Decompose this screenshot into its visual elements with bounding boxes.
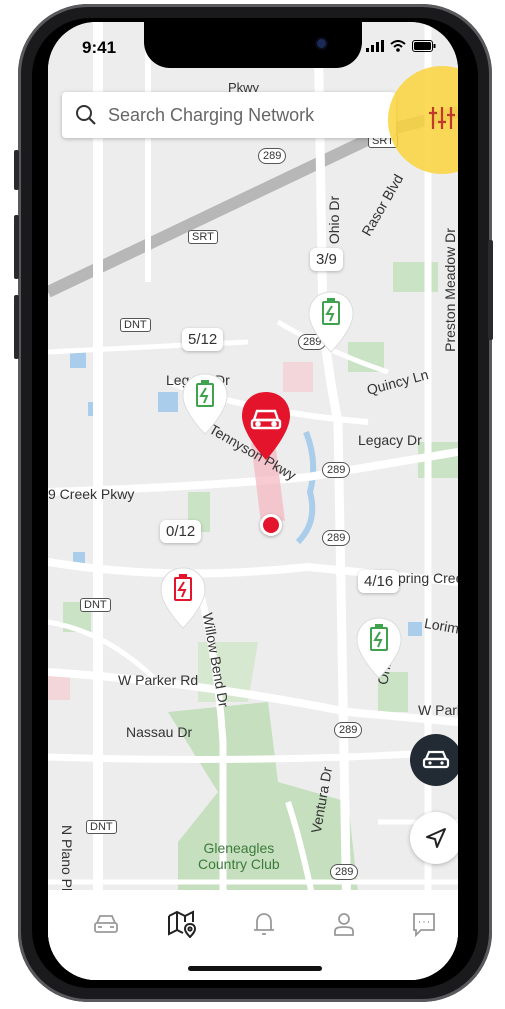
charging-station-pin[interactable]	[306, 290, 356, 354]
user-icon	[334, 913, 354, 936]
status-icons	[366, 40, 436, 52]
tab-messages[interactable]	[404, 904, 444, 944]
road-shield-dnt-bot: DNT	[86, 820, 117, 834]
map-pin-icon	[168, 910, 197, 938]
map-label-w-parker-right: W Parker R	[418, 702, 458, 718]
charging-station-pin[interactable]	[180, 372, 230, 436]
highway-shield-289-a: 289	[258, 148, 287, 164]
vehicle-fab[interactable]	[410, 734, 458, 786]
tab-map[interactable]	[162, 904, 202, 944]
home-indicator[interactable]	[188, 966, 322, 971]
tab-notifications[interactable]	[244, 904, 284, 944]
highway-shield-289-d: 289	[322, 530, 351, 546]
map-label-ohio-top: Ohio Dr	[326, 195, 343, 245]
front-camera	[317, 39, 326, 48]
map-label-preston-meadow: Preston Meadow Dr	[441, 228, 458, 352]
notch	[144, 22, 362, 68]
side-button-power	[488, 240, 493, 340]
search-bar[interactable]: Search Charging Network	[62, 92, 396, 138]
map-label-w-parker: W Parker Rd	[118, 672, 199, 688]
road-shield-dnt-top: DNT	[120, 318, 151, 332]
map-label-creek-left: 9 Creek Pkwy	[48, 486, 135, 502]
station-count-bubble[interactable]: 5/12	[182, 328, 224, 351]
tab-profile[interactable]	[324, 904, 364, 944]
bottom-tab-bar	[48, 890, 458, 980]
signal-icon	[366, 40, 384, 52]
map-label-nassau: Nassau Dr	[126, 724, 193, 740]
search-icon	[74, 103, 98, 127]
car-icon	[422, 750, 450, 769]
highway-shield-289-c: 289	[322, 462, 351, 478]
station-count-bubble[interactable]: 0/12	[160, 520, 202, 543]
side-button-volume-up	[14, 215, 19, 279]
side-button-silent	[14, 150, 19, 190]
map-label-legacy: Legacy Dr	[358, 432, 422, 448]
side-button-volume-down	[14, 295, 19, 359]
station-count-bubble[interactable]: 4/16	[358, 570, 400, 593]
charging-station-pin[interactable]	[158, 566, 208, 630]
chat-icon	[413, 913, 435, 937]
map-label-plano: N Plano Pk	[59, 824, 76, 896]
route-origin-dot	[260, 514, 282, 536]
wifi-icon	[390, 40, 406, 52]
locate-me-fab[interactable]	[410, 812, 458, 864]
map-label-spring-creek: pring Creek P	[398, 570, 458, 586]
app-screen: Pkwy Rasor Blvd Ohio Dr Preston Meadow D…	[48, 22, 458, 980]
road-shield-dnt-mid: DNT	[80, 598, 111, 612]
tab-vehicle[interactable]	[86, 904, 126, 944]
bell-icon	[254, 913, 274, 935]
station-count-bubble[interactable]: 3/9	[310, 248, 343, 271]
filter-button[interactable]	[420, 100, 458, 136]
status-time: 9:41	[82, 38, 117, 57]
road-shield-srt-mid: SRT	[188, 230, 218, 244]
car-icon	[94, 915, 118, 933]
sliders-icon	[429, 107, 455, 129]
map-label-park: Gleneagles Country Club	[198, 840, 280, 872]
search-input[interactable]: Search Charging Network	[108, 105, 314, 126]
highway-shield-289-e: 289	[334, 722, 363, 738]
charging-station-pin[interactable]	[354, 616, 404, 680]
vehicle-location-pin[interactable]	[240, 390, 292, 462]
highway-shield-289-f: 289	[330, 864, 359, 880]
battery-icon	[412, 40, 436, 52]
navigation-arrow-icon	[426, 828, 446, 848]
